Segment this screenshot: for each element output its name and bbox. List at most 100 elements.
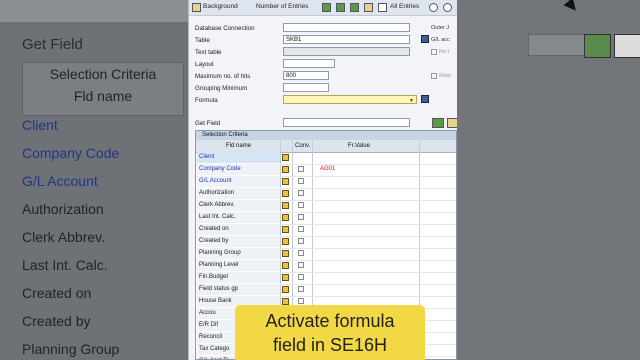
main-checkbox[interactable]	[431, 73, 437, 79]
selection-options-icon[interactable]	[282, 202, 289, 209]
selection-options-icon[interactable]	[282, 238, 289, 245]
conversion-checkbox[interactable]	[298, 214, 304, 220]
delete-variant-icon[interactable]	[350, 3, 359, 12]
chevron-down-icon[interactable]: ▼	[409, 97, 414, 103]
selection-options-icon[interactable]	[282, 298, 289, 305]
column-conv: Conv.	[295, 143, 311, 149]
background-row: Authorization	[22, 201, 104, 217]
conversion-checkbox[interactable]	[298, 274, 304, 280]
background-row: Company Code	[22, 145, 120, 161]
background-execute-icon	[584, 34, 611, 58]
no-text-label: No t	[439, 49, 450, 55]
get-field-label: Get Field	[195, 120, 221, 127]
background-row: Client	[22, 117, 58, 133]
conversion-checkbox[interactable]	[298, 250, 304, 256]
caption-line2: field in SE16H	[272, 335, 388, 355]
selection-options-icon[interactable]	[282, 178, 289, 185]
table-search-icon[interactable]	[421, 35, 429, 43]
field-name-cell: Last Int. Calc.	[197, 212, 280, 223]
field-name-cell: Fin.Budget	[197, 272, 280, 283]
max-hits-label: Maximum no. of hits	[195, 73, 251, 80]
display-variant-icon[interactable]	[364, 3, 373, 12]
conversion-checkbox[interactable]	[298, 166, 304, 172]
background-row: Created by	[22, 313, 91, 329]
table-label: Table	[195, 37, 210, 44]
background-title: Get Field	[22, 36, 83, 53]
field-name-cell: Clerk Abbrev.	[197, 200, 280, 211]
database-connection-field[interactable]	[283, 23, 410, 32]
execute-icon[interactable]	[432, 118, 444, 128]
selection-options-icon[interactable]	[282, 154, 289, 161]
conversion-checkbox[interactable]	[298, 178, 304, 184]
column-fld-name: Fld name	[226, 143, 252, 149]
field-name-cell: Client	[197, 152, 280, 163]
background-job-icon[interactable]	[192, 3, 201, 12]
save-variant-icon[interactable]	[322, 3, 331, 12]
all-entries-button[interactable]: All Entries	[390, 3, 419, 10]
conversion-checkbox[interactable]	[298, 202, 304, 208]
formula-label: Formula	[195, 97, 218, 104]
conversion-checkbox[interactable]	[298, 298, 304, 304]
conversion-checkbox[interactable]	[298, 238, 304, 244]
selection-options-icon[interactable]	[282, 190, 289, 197]
selection-criteria-title: Selection Criteria	[196, 131, 456, 140]
database-connection-label: Database Connection	[195, 25, 255, 32]
background-button[interactable]: Background	[203, 3, 238, 10]
number-of-entries-button[interactable]: Number of Entries	[256, 3, 308, 10]
selection-options-icon[interactable]	[282, 226, 289, 233]
conversion-checkbox[interactable]	[298, 262, 304, 268]
field-name-cell: Company Code	[197, 164, 280, 175]
formula-field[interactable]: ▼	[283, 95, 417, 104]
field-name-cell: Planning Level	[197, 260, 280, 271]
background-right-area	[456, 0, 640, 360]
text-table-label: Text table	[195, 49, 222, 56]
field-name-cell: G/L Account	[197, 176, 280, 187]
get-field-input[interactable]	[283, 118, 410, 127]
background-row: Last Int. Calc.	[22, 257, 108, 273]
layout-label: Layout	[195, 61, 214, 68]
main-label: Main	[439, 73, 451, 79]
table-field[interactable]: SKB1	[283, 35, 410, 44]
zoom-in-icon[interactable]	[443, 3, 452, 12]
zoom-out-icon[interactable]	[429, 3, 438, 12]
selection-options-icon[interactable]	[282, 250, 289, 257]
field-name-cell: Authorization	[197, 188, 280, 199]
field-name-cell: Created on	[197, 224, 280, 235]
selection-options-icon[interactable]	[282, 214, 289, 221]
field-name-cell: Planning Group	[197, 248, 280, 259]
print-icon[interactable]	[447, 118, 457, 128]
grouping-minimum-label: Grouping Minimum	[195, 85, 248, 92]
no-text-checkbox[interactable]	[431, 49, 437, 55]
max-hits-field[interactable]: 800	[283, 71, 329, 80]
video-caption: Activate formula field in SE16H	[235, 305, 425, 360]
conversion-checkbox[interactable]	[298, 286, 304, 292]
outer-join-label: Outer J	[431, 25, 450, 31]
selection-options-icon[interactable]	[282, 286, 289, 293]
selection-options-icon[interactable]	[282, 166, 289, 173]
column-fr-value: Fr.Value	[348, 143, 370, 149]
background-row: G/L Account	[22, 173, 98, 189]
formula-editor-icon[interactable]	[421, 95, 429, 103]
layout-field[interactable]	[283, 59, 335, 68]
selection-options-icon[interactable]	[282, 262, 289, 269]
selection-options-icon[interactable]	[282, 274, 289, 281]
get-variant-icon[interactable]	[336, 3, 345, 12]
background-header-line1: Selection Criteria	[49, 66, 157, 82]
conversion-checkbox[interactable]	[298, 190, 304, 196]
text-table-field	[283, 47, 410, 56]
background-other-icon	[614, 34, 640, 58]
conversion-checkbox[interactable]	[298, 226, 304, 232]
background-selection-header: Selection Criteria Fld name	[22, 62, 184, 116]
background-row: Created on	[22, 285, 92, 301]
background-header-line2: Fld name	[73, 88, 133, 104]
background-row: Clerk Abbrev.	[22, 229, 105, 245]
caption-line1: Activate formula	[265, 311, 395, 331]
from-value-cell[interactable]: AG01	[320, 164, 335, 175]
application-toolbar: Background Number of Entries All Entries	[189, 0, 457, 16]
gl-account-label: G/L acc	[431, 37, 450, 43]
all-entries-icon[interactable]	[378, 3, 387, 12]
field-name-cell: Field status gp	[197, 284, 280, 295]
background-row: Planning Group	[22, 341, 120, 357]
field-name-cell: Created by	[197, 236, 280, 247]
grouping-minimum-field[interactable]	[283, 83, 329, 92]
